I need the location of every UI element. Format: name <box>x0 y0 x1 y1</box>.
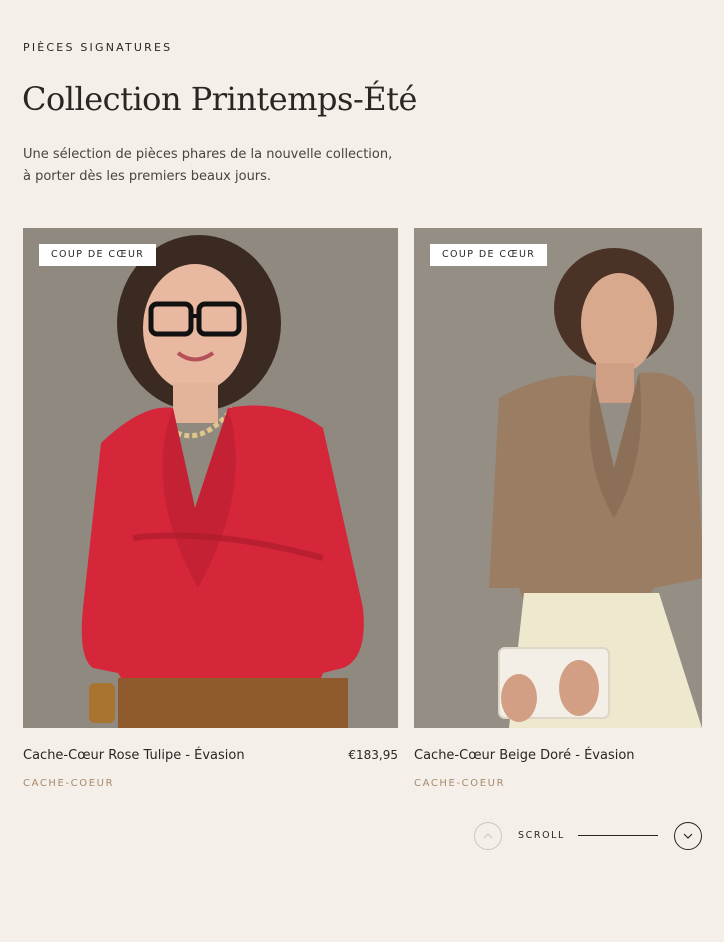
product-category[interactable]: CACHE-COEUR <box>23 778 114 789</box>
product-card[interactable]: COUP DE CŒUR Cache-Cœur Rose Tulipe - Év… <box>23 228 398 789</box>
favorite-badge: COUP DE CŒUR <box>39 244 157 266</box>
product-photo-illustration <box>23 228 398 728</box>
favorite-badge: COUP DE CŒUR <box>430 244 548 266</box>
section-intro: Une sélection de pièces phares de la nou… <box>23 147 393 184</box>
scroll-progress-line <box>578 835 658 836</box>
section-eyebrow: PIÈCES SIGNATURES <box>23 41 173 54</box>
scroll-up-button[interactable] <box>474 822 502 850</box>
scroll-label: SCROLL <box>518 830 565 841</box>
product-card[interactable]: COUP DE CŒUR Cache-Cœur Beige Doré - Éva… <box>414 228 724 789</box>
product-image[interactable]: COUP DE CŒUR <box>23 228 398 728</box>
product-price: €183,95 <box>348 748 398 762</box>
carousel-scroll-controls: SCROLL <box>474 822 702 850</box>
chevron-down-icon <box>683 833 693 839</box>
product-photo-illustration <box>414 228 702 728</box>
product-name[interactable]: Cache-Cœur Rose Tulipe - Évasion <box>23 748 245 763</box>
scroll-down-button[interactable] <box>674 822 702 850</box>
product-image[interactable]: COUP DE CŒUR <box>414 228 702 728</box>
product-category[interactable]: CACHE-COEUR <box>414 778 505 789</box>
chevron-up-icon <box>483 833 493 839</box>
product-name[interactable]: Cache-Cœur Beige Doré - Évasion <box>414 748 635 763</box>
section-title: Collection Printemps-Été <box>22 80 417 118</box>
